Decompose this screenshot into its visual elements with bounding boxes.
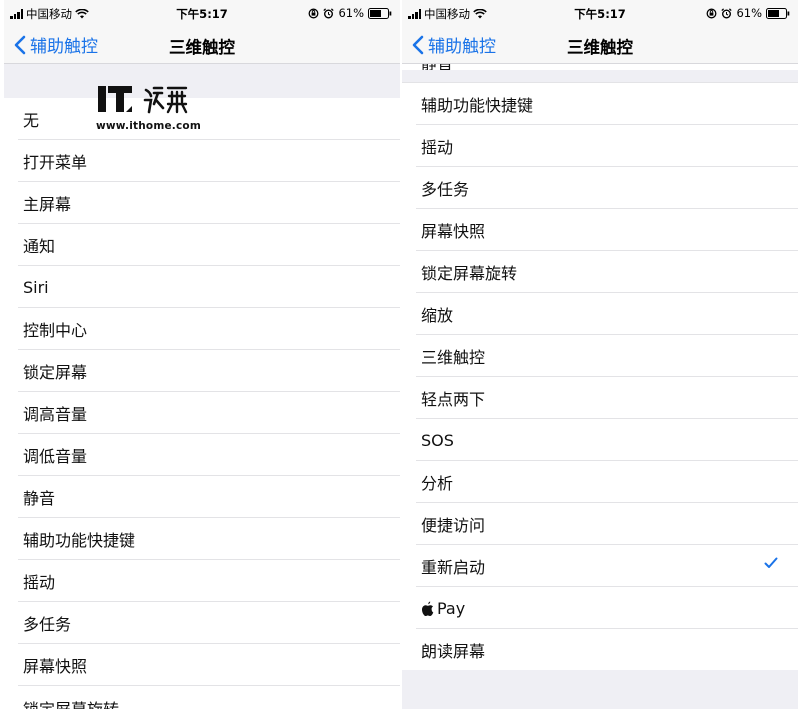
list-item-label: 便捷访问 — [421, 516, 486, 535]
list-item-label: Siri — [23, 277, 49, 297]
list-item[interactable]: Pay — [402, 587, 798, 629]
list-item[interactable]: 调低音量 — [4, 434, 400, 476]
left-option-list: 无 打开菜单 主屏幕 通知 Siri 控制中心 锁定屏幕 调高音量 调低音量 静… — [4, 98, 400, 709]
back-label: 辅助触控 — [428, 37, 496, 57]
screenshot-stage: 中国移动 下午5:17 61% 辅助触控 三维触控 无 打开菜单 主屏幕 通知 — [0, 0, 800, 709]
ithome-watermark: www.ithome.com — [96, 82, 201, 132]
list-item-label: 通知 — [23, 237, 56, 256]
list-item[interactable]: SOS — [402, 419, 798, 461]
list-item-label: 朗读屏幕 — [421, 642, 486, 661]
list-item[interactable]: 多任务 — [4, 602, 400, 644]
list-item[interactable]: 三维触控 — [402, 335, 798, 377]
right-phone-screen: 中国移动 下午5:17 61% 辅助触控 三维触控 静音 辅助功能快捷键 摇动 … — [402, 0, 798, 709]
list-item[interactable]: 打开菜单 — [4, 140, 400, 182]
list-item[interactable]: Siri — [4, 266, 400, 308]
list-item[interactable]: 多任务 — [402, 167, 798, 209]
list-item-label: 无 — [23, 111, 40, 130]
list-item-partial[interactable]: 静音 — [402, 64, 798, 70]
list-item-label: 三维触控 — [421, 348, 486, 367]
list-item-label: 主屏幕 — [23, 195, 72, 214]
ithome-logo-icon — [98, 86, 188, 114]
list-footer-spacer — [402, 670, 798, 709]
list-item[interactable]: 辅助功能快捷键 — [4, 518, 400, 560]
list-item[interactable]: 辅助功能快捷键 — [402, 83, 798, 125]
list-item-label: SOS — [421, 430, 454, 450]
list-item-partial[interactable]: 锁定屏幕旋转 — [23, 696, 119, 709]
list-item[interactable]: 朗读屏幕 — [402, 629, 798, 671]
battery-icon — [368, 7, 392, 19]
list-item-label: 分析 — [421, 474, 454, 493]
status-right: 61% — [308, 6, 392, 20]
right-option-list: 辅助功能快捷键 摇动 多任务 屏幕快照 锁定屏幕旋转 缩放 三维触控 轻点两下 … — [402, 82, 798, 670]
list-item-label: 多任务 — [421, 180, 470, 199]
list-item-label: 调低音量 — [23, 447, 88, 466]
list-item[interactable]: 主屏幕 — [4, 182, 400, 224]
list-item[interactable]: 摇动 — [402, 125, 798, 167]
list-item[interactable]: 轻点两下 — [402, 377, 798, 419]
list-item-label: 控制中心 — [23, 321, 88, 340]
list-item-label: 静音 — [23, 489, 56, 508]
list-item-label: 摇动 — [23, 573, 56, 592]
section-header-spacer — [4, 64, 400, 98]
list-item-label: Pay — [437, 598, 466, 618]
chevron-left-icon — [14, 35, 26, 54]
list-item-label: 轻点两下 — [421, 390, 486, 409]
list-item[interactable]: 无 — [4, 98, 400, 140]
list-item[interactable]: 调高音量 — [4, 392, 400, 434]
list-item[interactable]: 便捷访问 — [402, 503, 798, 545]
list-item-label: 打开菜单 — [23, 153, 88, 172]
alarm-icon — [721, 7, 733, 18]
list-item[interactable]: 屏幕快照 — [402, 209, 798, 251]
list-item-label: 缩放 — [421, 306, 454, 325]
battery-icon — [766, 7, 790, 19]
back-button[interactable]: 辅助触控 — [14, 32, 98, 57]
list-item[interactable]: 通知 — [4, 224, 400, 266]
list-item[interactable]: 缩放 — [402, 293, 798, 335]
status-right: 61% — [706, 6, 790, 20]
list-item-label: 锁定屏幕 — [23, 363, 88, 382]
battery-percent: 61% — [338, 6, 364, 20]
status-bar: 中国移动 下午5:17 61% — [4, 0, 400, 26]
apple-logo-icon — [421, 601, 434, 616]
list-item-label: 屏幕快照 — [23, 657, 88, 676]
back-label: 辅助触控 — [30, 37, 98, 57]
navigation-bar: 辅助触控 三维触控 — [402, 26, 798, 64]
alarm-icon — [323, 7, 335, 18]
list-item[interactable]: 摇动 — [4, 560, 400, 602]
list-item-label: 多任务 — [23, 615, 72, 634]
list-item-label: 辅助功能快捷键 — [23, 531, 136, 550]
left-phone-screen: 中国移动 下午5:17 61% 辅助触控 三维触控 无 打开菜单 主屏幕 通知 — [4, 0, 400, 709]
list-item-label: 重新启动 — [421, 558, 486, 577]
list-item[interactable]: 静音 — [4, 476, 400, 518]
list-item-label: 调高音量 — [23, 405, 88, 424]
status-bar: 中国移动 下午5:17 61% — [402, 0, 798, 26]
list-item[interactable]: 分析 — [402, 461, 798, 503]
orientation-lock-icon — [706, 8, 717, 18]
list-item-label: 辅助功能快捷键 — [421, 96, 534, 115]
list-item[interactable]: 屏幕快照 — [4, 644, 400, 686]
list-item[interactable]: 控制中心 — [4, 308, 400, 350]
list-item-label: 静音 — [421, 64, 453, 70]
watermark-url: www.ithome.com — [96, 120, 201, 132]
battery-percent: 61% — [736, 6, 762, 20]
back-button[interactable]: 辅助触控 — [412, 32, 496, 57]
list-item[interactable]: 锁定屏幕旋转 — [402, 251, 798, 293]
chevron-left-icon — [412, 35, 424, 54]
list-item-label: 锁定屏幕旋转 — [421, 264, 518, 283]
list-item-label: 摇动 — [421, 138, 454, 157]
list-item-selected[interactable]: 重新启动 — [402, 545, 798, 587]
checkmark-icon — [764, 557, 778, 568]
orientation-lock-icon — [308, 8, 319, 18]
navigation-bar: 辅助触控 三维触控 — [4, 26, 400, 64]
list-item[interactable]: 锁定屏幕 — [4, 350, 400, 392]
list-item-label: 屏幕快照 — [421, 222, 486, 241]
